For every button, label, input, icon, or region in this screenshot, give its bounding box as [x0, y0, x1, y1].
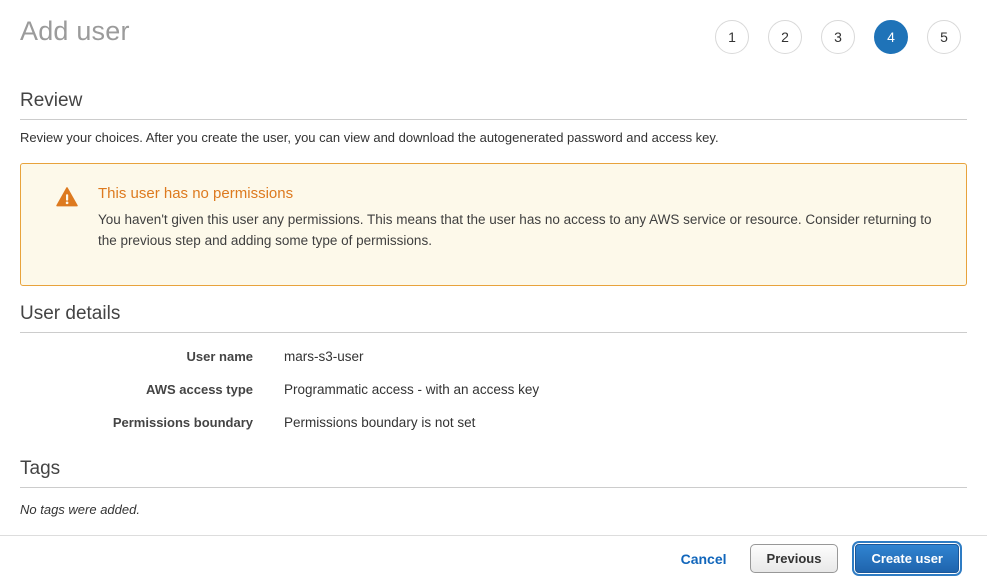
tags-empty-message: No tags were added. — [20, 502, 967, 517]
tags-divider — [20, 487, 967, 488]
footer-divider — [0, 535, 987, 536]
review-description: Review your choices. After you create th… — [20, 130, 967, 145]
no-permissions-warning: This user has no permissions You haven't… — [20, 163, 967, 286]
detail-row-access-type: AWS access type Programmatic access - wi… — [20, 382, 967, 397]
page-title: Add user — [20, 16, 130, 47]
step-2: 2 — [768, 20, 802, 54]
create-user-button[interactable]: Create user — [855, 544, 959, 573]
detail-label: Permissions boundary — [20, 415, 253, 430]
detail-value: mars-s3-user — [284, 349, 364, 364]
detail-value: Programmatic access - with an access key — [284, 382, 539, 397]
warning-triangle-icon — [56, 187, 78, 285]
add-user-wizard: Add user 1 2 3 4 5 Review Review your ch… — [0, 0, 987, 581]
review-section: Review Review your choices. After you cr… — [0, 90, 987, 145]
step-1: 1 — [715, 20, 749, 54]
user-details-heading: User details — [20, 303, 967, 325]
user-details-rows: User name mars-s3-user AWS access type P… — [20, 349, 967, 430]
cancel-button[interactable]: Cancel — [681, 551, 727, 567]
user-details-divider — [20, 332, 967, 333]
previous-button[interactable]: Previous — [750, 544, 839, 573]
warning-title: This user has no permissions — [98, 185, 946, 202]
detail-row-user-name: User name mars-s3-user — [20, 349, 967, 364]
tags-section: Tags No tags were added. — [0, 458, 987, 517]
step-indicator: 1 2 3 4 5 — [715, 20, 961, 54]
detail-value: Permissions boundary is not set — [284, 415, 475, 430]
step-5: 5 — [927, 20, 961, 54]
user-details-section: User details User name mars-s3-user AWS … — [0, 303, 987, 430]
step-4-current: 4 — [874, 20, 908, 54]
wizard-header: Add user 1 2 3 4 5 — [0, 0, 987, 54]
tags-heading: Tags — [20, 458, 967, 480]
detail-label: AWS access type — [20, 382, 253, 397]
footer-actions: Cancel Previous Create user — [681, 544, 962, 573]
detail-row-permissions-boundary: Permissions boundary Permissions boundar… — [20, 415, 967, 430]
step-3: 3 — [821, 20, 855, 54]
warning-body: You haven't given this user any permissi… — [98, 209, 946, 251]
review-divider — [20, 119, 967, 120]
detail-label: User name — [20, 349, 253, 364]
warning-content: This user has no permissions You haven't… — [98, 185, 946, 285]
review-heading: Review — [20, 90, 967, 112]
